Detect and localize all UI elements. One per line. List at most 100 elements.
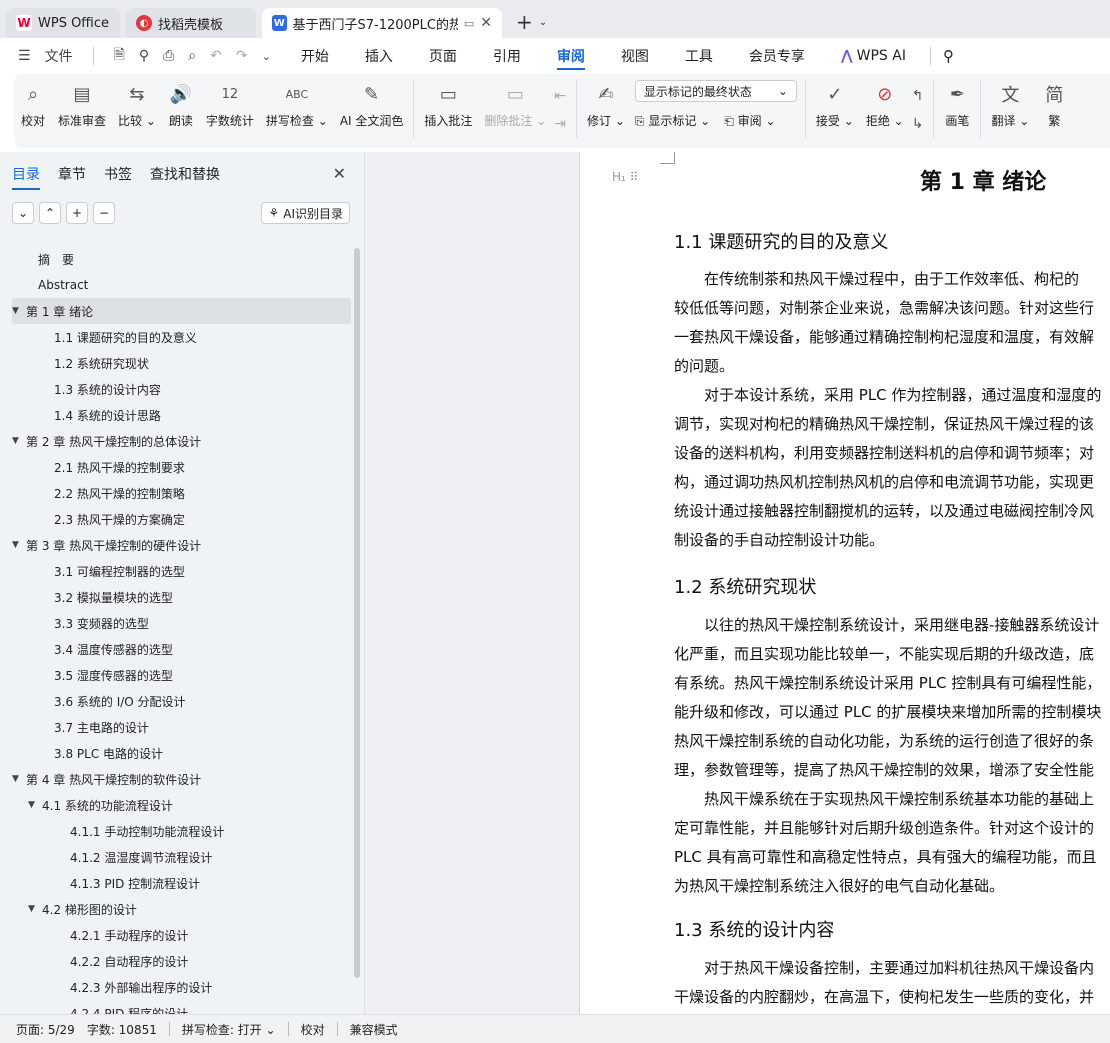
toc-item[interactable]: ▼ 4.1 系统的功能流程设计 [0,792,364,818]
scrollbar[interactable] [354,248,360,978]
heading-handle-icon[interactable]: H₁ ⠿ [612,170,638,184]
toc-item[interactable]: ▼ 第 4 章 热风干燥控制的软件设计 [0,766,364,792]
spell-check-button[interactable]: ABC 拼写检查 ⌄ [266,80,328,129]
toc-item[interactable]: 3.4 温度传感器的选型 [0,636,364,662]
monitor-icon[interactable]: ▭ [464,17,474,30]
toc-item[interactable]: 2.3 热风干燥的方案确定 [0,506,364,532]
previous-comment-icon[interactable]: ⇤ [554,88,566,104]
spell-check-status[interactable]: 拼写检查: 打开 ⌄ [182,1021,276,1038]
tab-daoke-templates[interactable]: ◐ 找稻壳模板 [126,8,256,38]
toc-item[interactable]: 3.8 PLC 电路的设计 [0,740,364,766]
menu-member[interactable]: 会员专享 [731,38,823,74]
toc-item[interactable]: 3.7 主电路的设计 [0,714,364,740]
next-comment-icon[interactable]: ⇥ [554,116,566,132]
expand-triangle-icon[interactable]: ▼ [12,436,26,446]
toc-item[interactable]: 3.3 变频器的选型 [0,610,364,636]
add-heading-button[interactable]: + [66,202,88,224]
toc-item[interactable]: 4.2.2 自动程序的设计 [0,948,364,974]
toc-item[interactable]: ▼ 第 1 章 绪论 [12,298,351,324]
toc-item[interactable]: 4.1.1 手动控制功能流程设计 [0,818,364,844]
more-chevron-icon[interactable]: ⌄ [262,50,271,63]
menu-wps-ai[interactable]: ⋀ WPS AI [823,38,924,74]
toc-item[interactable]: 1.2 系统研究现状 [0,350,364,376]
toc-item[interactable]: 1.4 系统的设计思路 [0,402,364,428]
menu-insert[interactable]: 插入 [347,38,411,74]
new-tab-icon[interactable]: + [516,10,533,34]
toc-item[interactable]: 2.2 热风干燥的控制策略 [0,480,364,506]
close-panel-icon[interactable]: ✕ [333,164,346,183]
toc-item[interactable]: 4.2.3 外部输出程序的设计 [0,974,364,1000]
proofread-status[interactable]: 校对 [301,1021,325,1038]
toc-item[interactable]: ▼ 第 2 章 热风干燥控制的总体设计 [0,428,364,454]
word-count-indicator[interactable]: 字数: 10851 [87,1021,157,1038]
toc-item[interactable]: 摘 要 [0,246,364,272]
markup-display-select[interactable]: 显示标记的最终状态 ⌄ [634,80,797,102]
search-icon[interactable]: ⚲ [943,47,954,65]
panel-tab-find-replace[interactable]: 查找和替换 [150,152,220,196]
expand-button[interactable]: ⌃ [39,202,61,224]
panel-tab-bookmarks[interactable]: 书签 [104,152,132,196]
proofread-button[interactable]: ⌕ 校对 [20,80,46,129]
panel-tab-toc[interactable]: 目录 [12,152,40,196]
file-menu[interactable]: 文件 [45,46,73,66]
chevron-down-icon[interactable]: ⌄ [539,17,547,28]
toc-item[interactable]: ▼ 4.2 梯形图的设计 [0,896,364,922]
toc-item[interactable]: 1.1 课题研究的目的及意义 [0,324,364,350]
toc-item[interactable]: 3.6 系统的 I/O 分配设计 [0,688,364,714]
hamburger-menu-icon[interactable]: ☰ [18,48,31,64]
next-change-icon[interactable]: ↳ [912,116,924,132]
toc-item[interactable]: 4.1.3 PID 控制流程设计 [0,870,364,896]
toc-item[interactable]: 4.1.2 温湿度调节流程设计 [0,844,364,870]
show-markup-button[interactable]: ⎘ 显示标记 ⌄ [635,112,710,129]
translate-button[interactable]: 文 翻译 ⌄ [991,80,1029,129]
ai-toc-button[interactable]: ⚘ AI识别目录 [261,202,350,224]
toc-item[interactable]: 3.5 湿度传感器的选型 [0,662,364,688]
collapse-all-button[interactable]: ⌄ [12,202,34,224]
document-page[interactable]: H₁ ⠿ 第 1 章 绪论 1.1 课题研究的目的及意义 在传统制茶和热风干燥过… [580,152,1110,1014]
redo-icon[interactable]: ↷ [236,48,248,64]
read-aloud-button[interactable]: 🔊 朗读 [168,80,194,129]
accept-button[interactable]: ✓ 接受 ⌄ [816,80,854,129]
remove-heading-button[interactable]: − [93,202,115,224]
tab-wps-office[interactable]: W WPS Office [6,8,120,38]
link-icon[interactable]: ⚲ [139,48,149,64]
menu-page[interactable]: 页面 [411,38,475,74]
toc-item[interactable]: Abstract [0,272,364,298]
insert-comment-button[interactable]: ▭ 插入批注 [424,80,472,129]
undo-icon[interactable]: ↶ [210,48,222,64]
panel-tab-sections[interactable]: 章节 [58,152,86,196]
toc-item[interactable]: 4.2.1 手动程序的设计 [0,922,364,948]
expand-triangle-icon[interactable]: ▼ [12,774,26,784]
tab-document[interactable]: W 基于西门子S7-1200PLC的热风 ▭ ✕ [262,8,502,38]
expand-triangle-icon[interactable]: ▼ [28,904,42,914]
standard-review-button[interactable]: ▤ 标准审查 [58,80,106,129]
menu-view[interactable]: 视图 [603,38,667,74]
delete-comment-button[interactable]: ▭ 删除批注 ⌄ [484,80,546,129]
word-count-button[interactable]: 12 字数统计 [206,80,254,129]
menu-references[interactable]: 引用 [475,38,539,74]
review-pane-button[interactable]: ⎗ 审阅 ⌄ [724,112,775,129]
ai-polish-button[interactable]: ✎ AI 全文润色 [340,80,404,129]
menu-tools[interactable]: 工具 [667,38,731,74]
expand-triangle-icon[interactable]: ▼ [12,540,26,550]
track-changes-button[interactable]: ✍ 修订 ⌄ [587,80,625,129]
toc-item[interactable]: 1.3 系统的设计内容 [0,376,364,402]
expand-triangle-icon[interactable]: ▼ [28,800,42,810]
print-preview-icon[interactable]: ⌕ [188,48,196,64]
toc-item[interactable]: 4.2.4 PID 程序的设计 [0,1000,364,1015]
toc-item[interactable]: ▼ 第 3 章 热风干燥控制的硬件设计 [0,532,364,558]
previous-change-icon[interactable]: ↰ [912,88,924,104]
toc-item[interactable]: 3.1 可编程控制器的选型 [0,558,364,584]
pen-button[interactable]: ✒ 画笔 [944,80,970,129]
toc-item[interactable]: 3.2 模拟量模块的选型 [0,584,364,610]
reject-button[interactable]: ⊘ 拒绝 ⌄ [866,80,904,129]
print-icon[interactable]: ⎙ [163,48,174,64]
page-indicator[interactable]: 页面: 5/29 [16,1021,75,1038]
menu-review[interactable]: 审阅 [539,38,603,74]
compare-button[interactable]: ⇆ 比较 ⌄ [118,80,156,129]
save-icon[interactable]: 🗎 [114,44,125,68]
close-tab-icon[interactable]: ✕ [480,15,492,31]
expand-triangle-icon[interactable]: ▼ [12,306,26,316]
traditional-chinese-button[interactable]: 简 繁 [1041,80,1067,129]
toc-item[interactable]: 2.1 热风干燥的控制要求 [0,454,364,480]
